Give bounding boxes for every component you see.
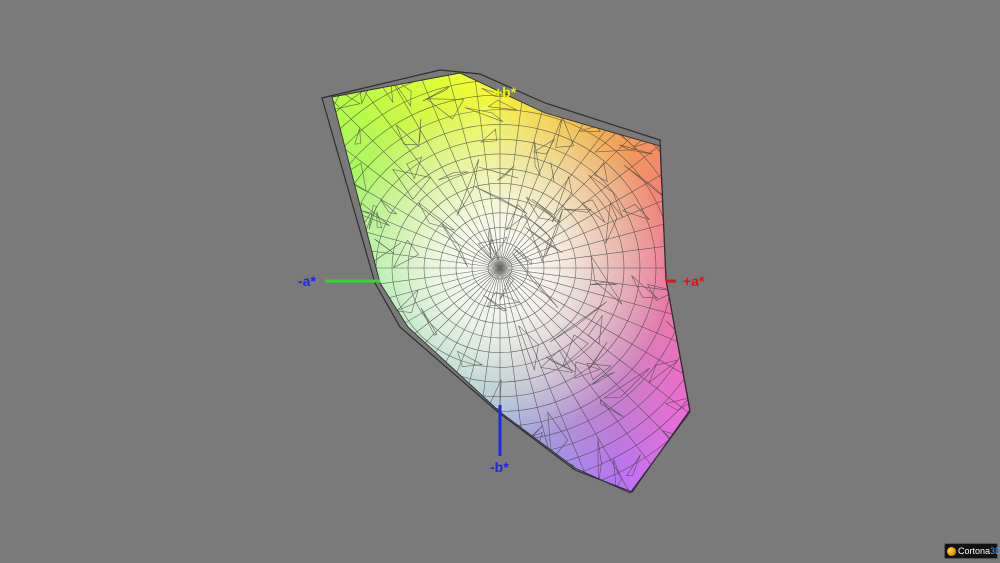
badge-name: Cortona [958,545,991,556]
cortona-logo-icon [947,546,956,556]
badge-suffix: 3D [990,545,1000,556]
cortona3d-badge[interactable]: Cortona3D [944,543,1000,559]
axis-minus-b-label: -b* [490,459,509,475]
axis-minus-a-label: -a* [298,273,316,289]
axis-plus-a-label: +a* [683,273,705,289]
axis-plus-b-label: +b* [494,84,517,100]
